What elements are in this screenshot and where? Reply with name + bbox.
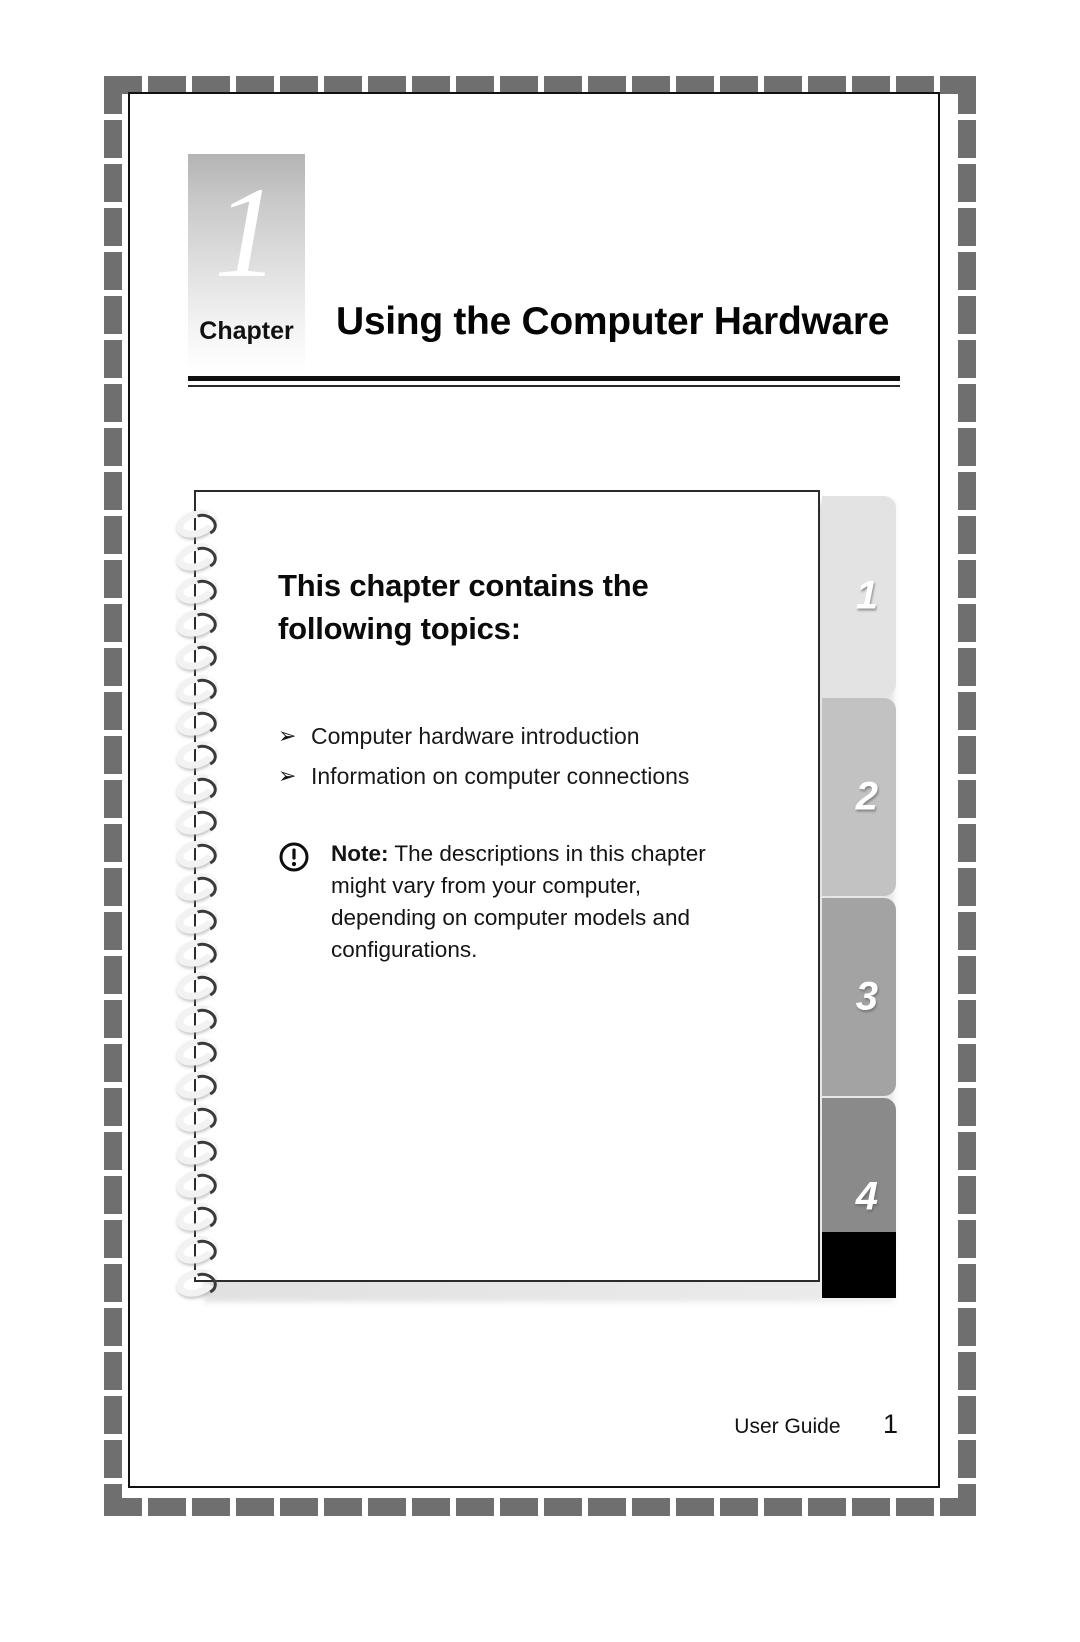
tab-foot-block: [822, 1232, 896, 1298]
spiral-ring: [173, 604, 230, 642]
page-footer: User Guide 1: [130, 1409, 942, 1440]
note-label: Note:: [331, 841, 389, 866]
list-item: ➢ Information on computer connections: [278, 756, 748, 796]
tab-number: 3: [855, 974, 878, 1019]
arrow-bullet-icon: ➢: [278, 723, 297, 748]
tab-1[interactable]: 1: [822, 496, 896, 696]
frame-dash-right: [958, 76, 976, 1516]
spiral-ring: [173, 967, 230, 1005]
page-dashed-frame: 1 Chapter Using the Computer Hardware Th…: [104, 76, 976, 1516]
side-tabs: 1 2 3 4: [822, 496, 896, 1298]
arrow-bullet-icon: ➢: [278, 763, 297, 788]
spiral-ring: [173, 1198, 230, 1236]
notebook-sheet: This chapter contains the following topi…: [194, 490, 896, 1298]
spiral-ring: [173, 802, 230, 840]
spiral-ring: [173, 505, 230, 543]
header-rule-thin: [188, 385, 900, 387]
chapter-badge: 1 Chapter: [188, 154, 305, 372]
chapter-label: Chapter: [199, 317, 294, 345]
spiral-ring: [173, 1000, 230, 1038]
tab-number: 2: [855, 774, 878, 819]
spiral-ring: [173, 1165, 230, 1203]
topic-label: Information on computer connections: [311, 763, 690, 789]
page-title: Using the Computer Hardware: [336, 300, 890, 343]
tab-2[interactable]: 2: [822, 698, 896, 896]
spiral-ring: [173, 1264, 230, 1302]
spiral-ring: [173, 1033, 230, 1071]
spiral-ring: [173, 868, 230, 906]
notebook-content: This chapter contains the following topi…: [278, 564, 748, 966]
spiral-ring: [173, 703, 230, 741]
tab-number: 4: [855, 1174, 878, 1219]
header-rule-thick: [188, 376, 900, 381]
topic-label: Computer hardware introduction: [311, 723, 640, 749]
spiral-ring: [173, 637, 230, 675]
spiral-binding: [173, 505, 240, 1302]
chapter-number: 1: [214, 161, 279, 305]
guide-label: User Guide: [734, 1415, 841, 1438]
exclamation-circle-icon: [278, 841, 310, 873]
spiral-ring: [173, 934, 230, 972]
spiral-ring: [173, 670, 230, 708]
page-content-area: 1 Chapter Using the Computer Hardware Th…: [128, 92, 940, 1488]
tab-number: 1: [855, 573, 878, 618]
spiral-ring: [173, 1099, 230, 1137]
spiral-ring: [173, 736, 230, 774]
spiral-ring: [173, 901, 230, 939]
frame-dash-left: [104, 76, 122, 1516]
chapter-header: 1 Chapter Using the Computer Hardware: [188, 154, 900, 394]
spiral-ring: [173, 835, 230, 873]
spiral-ring: [173, 1132, 230, 1170]
frame-dash-bottom: [104, 1498, 976, 1516]
spiral-ring: [173, 769, 230, 807]
spiral-ring: [173, 571, 230, 609]
spiral-ring: [173, 1066, 230, 1104]
page-number: 1: [882, 1409, 898, 1439]
chapter-topics-heading: This chapter contains the following topi…: [278, 568, 649, 646]
notebook-card: This chapter contains the following topi…: [173, 490, 896, 1302]
list-item: ➢ Computer hardware introduction: [278, 716, 748, 756]
topics-list: ➢ Computer hardware introduction ➢ Infor…: [278, 716, 748, 796]
spiral-ring: [173, 538, 230, 576]
note-block: Note: The descriptions in this chapter m…: [278, 838, 748, 966]
tab-3[interactable]: 3: [822, 898, 896, 1096]
spiral-ring: [173, 1231, 230, 1269]
note-text: Note: The descriptions in this chapter m…: [331, 838, 748, 966]
